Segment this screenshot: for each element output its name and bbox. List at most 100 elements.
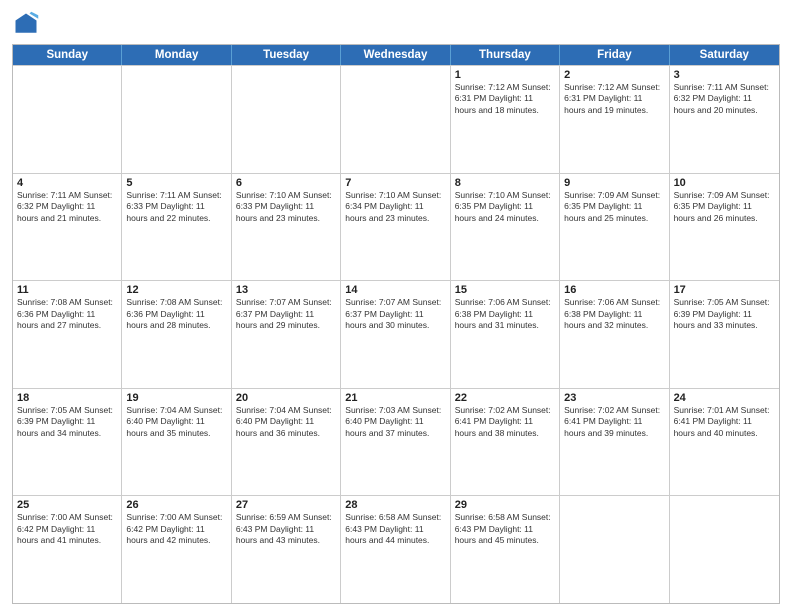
day-info: Sunrise: 7:03 AM Sunset: 6:40 PM Dayligh… xyxy=(345,405,445,439)
weekday-header-thursday: Thursday xyxy=(451,45,560,65)
day-number: 13 xyxy=(236,284,336,296)
day-cell-4: 4Sunrise: 7:11 AM Sunset: 6:32 PM Daylig… xyxy=(13,174,122,281)
day-info: Sunrise: 7:10 AM Sunset: 6:33 PM Dayligh… xyxy=(236,190,336,224)
day-number: 11 xyxy=(17,284,117,296)
day-info: Sunrise: 7:02 AM Sunset: 6:41 PM Dayligh… xyxy=(455,405,555,439)
day-number: 25 xyxy=(17,499,117,511)
empty-cell xyxy=(670,496,779,603)
weekday-header-saturday: Saturday xyxy=(670,45,779,65)
day-cell-2: 2Sunrise: 7:12 AM Sunset: 6:31 PM Daylig… xyxy=(560,66,669,173)
logo-icon xyxy=(12,10,40,38)
calendar-body: 1Sunrise: 7:12 AM Sunset: 6:31 PM Daylig… xyxy=(13,65,779,603)
day-info: Sunrise: 7:06 AM Sunset: 6:38 PM Dayligh… xyxy=(564,297,664,331)
day-cell-17: 17Sunrise: 7:05 AM Sunset: 6:39 PM Dayli… xyxy=(670,281,779,388)
weekday-header-friday: Friday xyxy=(560,45,669,65)
empty-cell xyxy=(341,66,450,173)
day-cell-10: 10Sunrise: 7:09 AM Sunset: 6:35 PM Dayli… xyxy=(670,174,779,281)
day-info: Sunrise: 7:02 AM Sunset: 6:41 PM Dayligh… xyxy=(564,405,664,439)
day-number: 21 xyxy=(345,392,445,404)
day-info: Sunrise: 7:06 AM Sunset: 6:38 PM Dayligh… xyxy=(455,297,555,331)
weekday-header-sunday: Sunday xyxy=(13,45,122,65)
day-number: 14 xyxy=(345,284,445,296)
day-cell-27: 27Sunrise: 6:59 AM Sunset: 6:43 PM Dayli… xyxy=(232,496,341,603)
weekday-header-tuesday: Tuesday xyxy=(232,45,341,65)
day-cell-14: 14Sunrise: 7:07 AM Sunset: 6:37 PM Dayli… xyxy=(341,281,450,388)
day-info: Sunrise: 7:00 AM Sunset: 6:42 PM Dayligh… xyxy=(126,512,226,546)
day-number: 12 xyxy=(126,284,226,296)
week-row-2: 4Sunrise: 7:11 AM Sunset: 6:32 PM Daylig… xyxy=(13,173,779,281)
day-number: 8 xyxy=(455,177,555,189)
day-number: 3 xyxy=(674,69,775,81)
day-cell-13: 13Sunrise: 7:07 AM Sunset: 6:37 PM Dayli… xyxy=(232,281,341,388)
day-info: Sunrise: 7:11 AM Sunset: 6:32 PM Dayligh… xyxy=(674,82,775,116)
day-info: Sunrise: 7:08 AM Sunset: 6:36 PM Dayligh… xyxy=(17,297,117,331)
day-info: Sunrise: 7:05 AM Sunset: 6:39 PM Dayligh… xyxy=(17,405,117,439)
day-cell-5: 5Sunrise: 7:11 AM Sunset: 6:33 PM Daylig… xyxy=(122,174,231,281)
day-info: Sunrise: 7:10 AM Sunset: 6:35 PM Dayligh… xyxy=(455,190,555,224)
page: SundayMondayTuesdayWednesdayThursdayFrid… xyxy=(0,0,792,612)
day-info: Sunrise: 6:59 AM Sunset: 6:43 PM Dayligh… xyxy=(236,512,336,546)
empty-cell xyxy=(232,66,341,173)
day-number: 1 xyxy=(455,69,555,81)
day-cell-22: 22Sunrise: 7:02 AM Sunset: 6:41 PM Dayli… xyxy=(451,389,560,496)
day-info: Sunrise: 7:08 AM Sunset: 6:36 PM Dayligh… xyxy=(126,297,226,331)
day-info: Sunrise: 7:11 AM Sunset: 6:33 PM Dayligh… xyxy=(126,190,226,224)
header xyxy=(12,10,780,38)
day-number: 27 xyxy=(236,499,336,511)
day-info: Sunrise: 7:05 AM Sunset: 6:39 PM Dayligh… xyxy=(674,297,775,331)
day-cell-28: 28Sunrise: 6:58 AM Sunset: 6:43 PM Dayli… xyxy=(341,496,450,603)
day-number: 7 xyxy=(345,177,445,189)
day-info: Sunrise: 7:07 AM Sunset: 6:37 PM Dayligh… xyxy=(345,297,445,331)
day-number: 22 xyxy=(455,392,555,404)
day-cell-25: 25Sunrise: 7:00 AM Sunset: 6:42 PM Dayli… xyxy=(13,496,122,603)
day-number: 20 xyxy=(236,392,336,404)
day-info: Sunrise: 6:58 AM Sunset: 6:43 PM Dayligh… xyxy=(455,512,555,546)
week-row-3: 11Sunrise: 7:08 AM Sunset: 6:36 PM Dayli… xyxy=(13,280,779,388)
day-info: Sunrise: 7:11 AM Sunset: 6:32 PM Dayligh… xyxy=(17,190,117,224)
day-cell-9: 9Sunrise: 7:09 AM Sunset: 6:35 PM Daylig… xyxy=(560,174,669,281)
day-cell-16: 16Sunrise: 7:06 AM Sunset: 6:38 PM Dayli… xyxy=(560,281,669,388)
empty-cell xyxy=(122,66,231,173)
day-info: Sunrise: 7:12 AM Sunset: 6:31 PM Dayligh… xyxy=(455,82,555,116)
day-number: 9 xyxy=(564,177,664,189)
day-info: Sunrise: 6:58 AM Sunset: 6:43 PM Dayligh… xyxy=(345,512,445,546)
day-number: 4 xyxy=(17,177,117,189)
day-cell-23: 23Sunrise: 7:02 AM Sunset: 6:41 PM Dayli… xyxy=(560,389,669,496)
day-number: 6 xyxy=(236,177,336,189)
day-cell-15: 15Sunrise: 7:06 AM Sunset: 6:38 PM Dayli… xyxy=(451,281,560,388)
calendar-header: SundayMondayTuesdayWednesdayThursdayFrid… xyxy=(13,45,779,65)
day-number: 5 xyxy=(126,177,226,189)
day-cell-6: 6Sunrise: 7:10 AM Sunset: 6:33 PM Daylig… xyxy=(232,174,341,281)
empty-cell xyxy=(13,66,122,173)
weekday-header-wednesday: Wednesday xyxy=(341,45,450,65)
day-cell-8: 8Sunrise: 7:10 AM Sunset: 6:35 PM Daylig… xyxy=(451,174,560,281)
logo xyxy=(12,10,44,38)
day-cell-21: 21Sunrise: 7:03 AM Sunset: 6:40 PM Dayli… xyxy=(341,389,450,496)
day-number: 2 xyxy=(564,69,664,81)
week-row-4: 18Sunrise: 7:05 AM Sunset: 6:39 PM Dayli… xyxy=(13,388,779,496)
day-number: 17 xyxy=(674,284,775,296)
day-cell-20: 20Sunrise: 7:04 AM Sunset: 6:40 PM Dayli… xyxy=(232,389,341,496)
week-row-1: 1Sunrise: 7:12 AM Sunset: 6:31 PM Daylig… xyxy=(13,65,779,173)
day-info: Sunrise: 7:00 AM Sunset: 6:42 PM Dayligh… xyxy=(17,512,117,546)
day-cell-24: 24Sunrise: 7:01 AM Sunset: 6:41 PM Dayli… xyxy=(670,389,779,496)
day-cell-7: 7Sunrise: 7:10 AM Sunset: 6:34 PM Daylig… xyxy=(341,174,450,281)
day-cell-29: 29Sunrise: 6:58 AM Sunset: 6:43 PM Dayli… xyxy=(451,496,560,603)
day-number: 29 xyxy=(455,499,555,511)
day-number: 16 xyxy=(564,284,664,296)
empty-cell xyxy=(560,496,669,603)
calendar: SundayMondayTuesdayWednesdayThursdayFrid… xyxy=(12,44,780,604)
day-number: 23 xyxy=(564,392,664,404)
day-cell-3: 3Sunrise: 7:11 AM Sunset: 6:32 PM Daylig… xyxy=(670,66,779,173)
day-number: 26 xyxy=(126,499,226,511)
day-cell-18: 18Sunrise: 7:05 AM Sunset: 6:39 PM Dayli… xyxy=(13,389,122,496)
day-info: Sunrise: 7:09 AM Sunset: 6:35 PM Dayligh… xyxy=(564,190,664,224)
day-number: 28 xyxy=(345,499,445,511)
day-number: 19 xyxy=(126,392,226,404)
day-cell-19: 19Sunrise: 7:04 AM Sunset: 6:40 PM Dayli… xyxy=(122,389,231,496)
day-info: Sunrise: 7:10 AM Sunset: 6:34 PM Dayligh… xyxy=(345,190,445,224)
day-number: 10 xyxy=(674,177,775,189)
day-info: Sunrise: 7:07 AM Sunset: 6:37 PM Dayligh… xyxy=(236,297,336,331)
day-number: 24 xyxy=(674,392,775,404)
day-info: Sunrise: 7:09 AM Sunset: 6:35 PM Dayligh… xyxy=(674,190,775,224)
